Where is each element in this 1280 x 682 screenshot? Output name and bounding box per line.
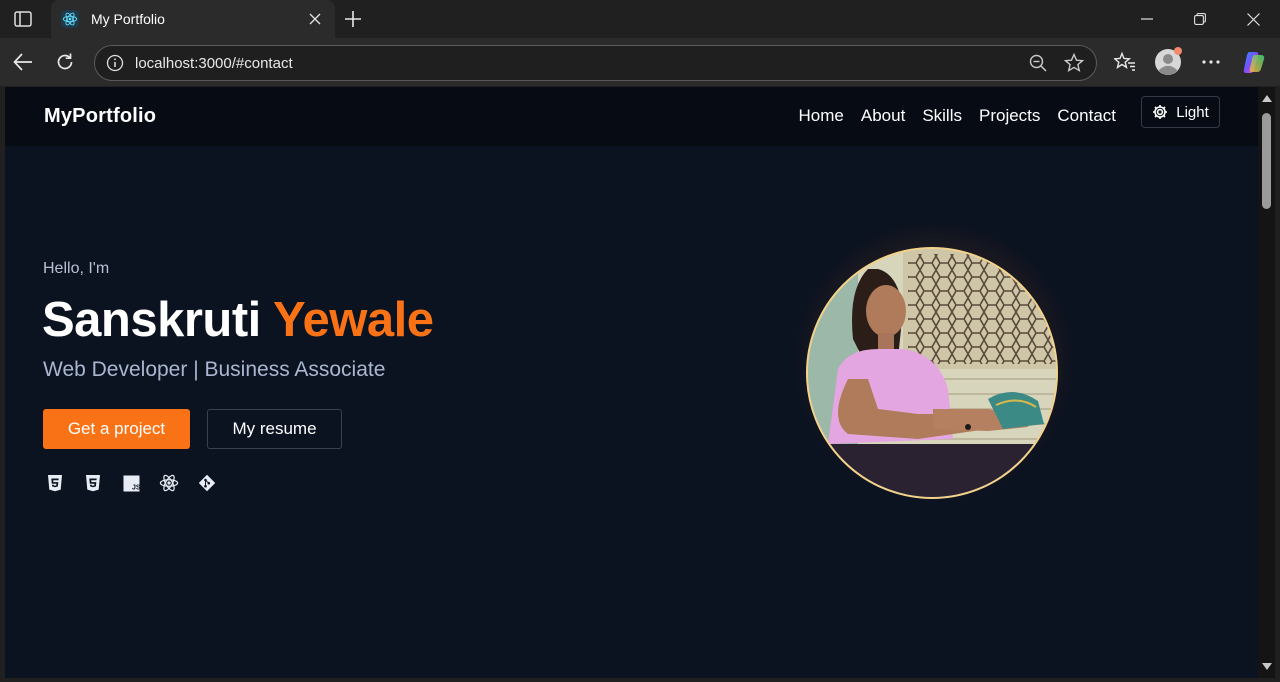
tab-title: My Portfolio — [91, 11, 165, 27]
zoom-button[interactable] — [1024, 49, 1052, 77]
browser-tab-active[interactable]: My Portfolio — [51, 0, 335, 38]
zoom-out-icon — [1029, 54, 1047, 72]
gear-icon — [1153, 105, 1168, 119]
arrow-left-icon — [13, 53, 32, 71]
svg-text:JS: JS — [132, 484, 140, 491]
profile-photo — [806, 247, 1058, 499]
tech-icon-row: JS — [45, 473, 217, 493]
hero-section: Hello, I'm Sanskruti Yewale Web Develope… — [5, 146, 1258, 678]
new-tab-button[interactable] — [339, 5, 367, 33]
reload-button[interactable] — [51, 48, 79, 76]
scroll-down-arrow-icon[interactable] — [1262, 663, 1272, 670]
restore-icon — [1194, 13, 1206, 25]
hero-first-name: Sanskruti — [42, 293, 261, 347]
hero-role: Web Developer | Business Associate — [43, 358, 386, 381]
get-project-button[interactable]: Get a project — [43, 409, 190, 449]
scroll-thumb[interactable] — [1262, 113, 1271, 209]
minimize-icon — [1141, 18, 1153, 20]
minimize-button[interactable] — [1121, 0, 1173, 38]
copilot-button[interactable] — [1240, 48, 1268, 76]
hero-name: Sanskruti Yewale — [42, 292, 434, 348]
favorites-button[interactable] — [1111, 48, 1139, 76]
tab-actions-icon — [14, 11, 32, 27]
scroll-up-arrow-icon[interactable] — [1262, 95, 1272, 102]
site-navbar: MyPortfolio Home About Skills Projects C… — [5, 87, 1258, 146]
nav-link-about[interactable]: About — [861, 106, 905, 126]
hero-last-name: Yewale — [273, 293, 434, 347]
page-scrollbar[interactable] — [1258, 87, 1275, 678]
star-icon — [1064, 53, 1084, 73]
brand-logo[interactable]: MyPortfolio — [44, 105, 156, 128]
address-bar[interactable]: localhost:3000/#contact — [94, 45, 1097, 81]
hero-greeting: Hello, I'm — [43, 260, 110, 277]
browser-tab-strip: My Portfolio — [0, 0, 1280, 38]
add-favorite-button[interactable] — [1060, 49, 1088, 77]
nav-link-home[interactable]: Home — [799, 106, 844, 126]
restore-button[interactable] — [1174, 0, 1226, 38]
react-icon — [159, 473, 179, 493]
resume-button[interactable]: My resume — [207, 409, 342, 449]
css3-icon — [83, 473, 103, 493]
url-text[interactable]: localhost:3000/#contact — [135, 55, 1024, 72]
html5-icon — [45, 473, 65, 493]
back-button[interactable] — [9, 48, 37, 76]
close-icon — [309, 13, 321, 25]
tab-close-button[interactable] — [303, 7, 327, 31]
more-options-button[interactable] — [1197, 48, 1225, 76]
page-viewport: MyPortfolio Home About Skills Projects C… — [5, 87, 1258, 678]
nav-links: Home About Skills Projects Contact — [782, 106, 1116, 126]
theme-toggle-label: Light — [1176, 103, 1209, 121]
more-icon — [1202, 60, 1220, 64]
close-window-button[interactable] — [1227, 0, 1279, 38]
profile-button[interactable] — [1152, 47, 1184, 76]
reload-icon — [57, 53, 73, 70]
plus-icon — [345, 11, 361, 27]
git-icon — [197, 473, 217, 493]
react-favicon-icon — [61, 10, 79, 28]
info-icon — [106, 54, 124, 72]
favorites-icon — [1114, 52, 1135, 71]
nav-link-projects[interactable]: Projects — [979, 106, 1040, 126]
nav-link-skills[interactable]: Skills — [922, 106, 962, 126]
close-icon — [1246, 12, 1260, 26]
tab-actions-button[interactable] — [8, 5, 38, 33]
avatar — [1155, 47, 1182, 75]
javascript-icon: JS — [121, 473, 141, 493]
copilot-icon — [1243, 52, 1265, 73]
site-info-button[interactable] — [105, 53, 125, 73]
theme-toggle-button[interactable]: Light — [1141, 96, 1220, 128]
nav-link-contact[interactable]: Contact — [1057, 106, 1116, 126]
